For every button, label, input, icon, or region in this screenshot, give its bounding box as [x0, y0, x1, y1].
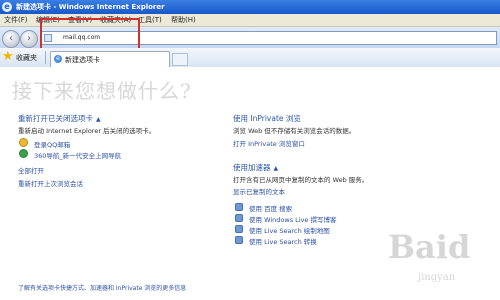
menu-tools[interactable]: 工具(T): [138, 15, 162, 25]
baidu-jingyan-watermark: Baid jingyan: [388, 228, 494, 296]
map-icon: [235, 225, 243, 233]
tab-separator: [45, 51, 46, 64]
window-title: 新建选项卡 - Windows Internet Explorer: [16, 3, 165, 11]
baidu-search-icon: [235, 203, 243, 211]
new-tab-button[interactable]: [172, 53, 188, 66]
reopen-link-360[interactable]: 360导航_新一代安全上网导航: [34, 150, 121, 160]
forward-button[interactable]: ›: [20, 30, 38, 48]
qq-icon: [19, 138, 28, 147]
watermark-logo: Baid: [388, 228, 471, 266]
footer-help-link[interactable]: 了解有关选项卡快捷方式、加速器和 InPrivate 浏览的更多信息: [18, 283, 186, 292]
reopen-section-title[interactable]: 重新打开已关闭选项卡 ▲: [18, 113, 101, 124]
reopen-last-session-link[interactable]: 重新打开上次浏览会话: [18, 178, 83, 188]
reopen-title-text: 重新打开已关闭选项卡: [18, 114, 93, 123]
site-360-icon: [19, 149, 28, 158]
reopen-link-qqmail[interactable]: 登录QQ邮箱: [34, 139, 70, 149]
accelerators-section-title[interactable]: 使用加速器 ▲: [233, 162, 278, 173]
back-button[interactable]: ‹: [2, 30, 20, 48]
inprivate-section-title: 使用 InPrivate 浏览: [233, 114, 301, 123]
chevron-up-icon: ▲: [96, 116, 101, 123]
accelerator-live-map[interactable]: 使用 Live Search 绘制地图: [249, 225, 330, 235]
show-copied-text-link[interactable]: 显示已复制的文本: [233, 186, 285, 196]
tab-new-tab[interactable]: e 新建选项卡: [50, 51, 170, 67]
accelerator-baidu-search[interactable]: 使用 百度 搜索: [249, 203, 292, 213]
accelerator-live-blog[interactable]: 使用 Windows Live 撰写博客: [249, 214, 337, 224]
menu-file[interactable]: 文件(F): [4, 15, 28, 25]
tab-ie-icon: e: [54, 55, 62, 63]
open-all-link[interactable]: 全部打开: [18, 165, 44, 175]
tab-bar: ★ 收藏夹 e 新建选项卡: [0, 48, 500, 68]
open-inprivate-link[interactable]: 打开 InPrivate 浏览窗口: [233, 138, 305, 148]
accelerators-title-text: 使用加速器: [233, 163, 271, 172]
favorites-button[interactable]: 收藏夹: [16, 53, 37, 63]
chevron-up-icon: ▲: [273, 165, 279, 172]
inprivate-desc: 浏览 Web 但不存储有关浏览会话的数据。: [233, 127, 356, 135]
favorites-star-icon[interactable]: ★: [2, 49, 14, 65]
watermark-subtext: jingyan: [418, 272, 456, 283]
accelerators-desc: 打开含有已从网页中复制的文本的 Web 服务。: [233, 176, 369, 184]
accelerator-live-translate[interactable]: 使用 Live Search 转换: [249, 236, 317, 246]
translate-icon: [235, 236, 243, 244]
ie-logo-icon: e: [2, 2, 12, 12]
page-headline: 接下来您想做什么?: [12, 79, 192, 103]
tab-label: 新建选项卡: [65, 56, 100, 64]
title-bar: e 新建选项卡 - Windows Internet Explorer: [0, 0, 500, 14]
blog-icon: [235, 214, 243, 222]
menu-help[interactable]: 帮助(H): [171, 15, 196, 25]
reopen-desc: 重新启动 Internet Explorer 后关闭的选项卡。: [18, 127, 156, 135]
